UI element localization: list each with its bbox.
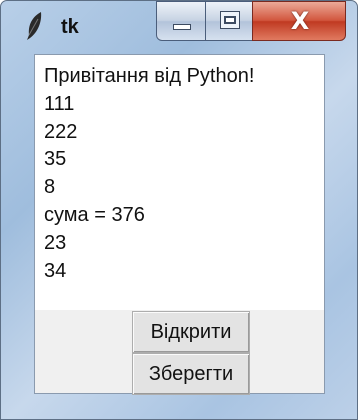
text-line: 8	[44, 176, 56, 199]
close-icon: X	[290, 7, 310, 35]
text-line: 35	[44, 148, 67, 171]
window-title: tk	[61, 16, 79, 38]
save-button[interactable]: Зберегти	[132, 353, 250, 395]
text-line: 111	[44, 92, 75, 115]
text-line: 23	[44, 231, 67, 254]
close-button[interactable]: X	[252, 1, 346, 41]
window-client-area: Привітання від Python! 111 222 35 8 сума…	[34, 54, 325, 395]
text-line: 34	[44, 259, 67, 282]
text-area[interactable]: Привітання від Python! 111 222 35 8 сума…	[35, 55, 324, 310]
open-button[interactable]: Відкрити	[132, 311, 250, 353]
text-line: 222	[44, 120, 78, 143]
minimize-button[interactable]	[156, 1, 206, 41]
feather-icon	[27, 12, 42, 40]
maximize-button[interactable]	[205, 1, 253, 41]
minimize-icon	[173, 24, 191, 30]
maximize-icon	[220, 11, 240, 29]
text-line: Привітання від Python!	[44, 65, 255, 87]
app-window: tk X Привітання від Python! 111 222 35 8…	[0, 0, 358, 420]
text-line: сума = 376	[44, 203, 145, 226]
title-bar[interactable]: tk X	[1, 1, 357, 53]
